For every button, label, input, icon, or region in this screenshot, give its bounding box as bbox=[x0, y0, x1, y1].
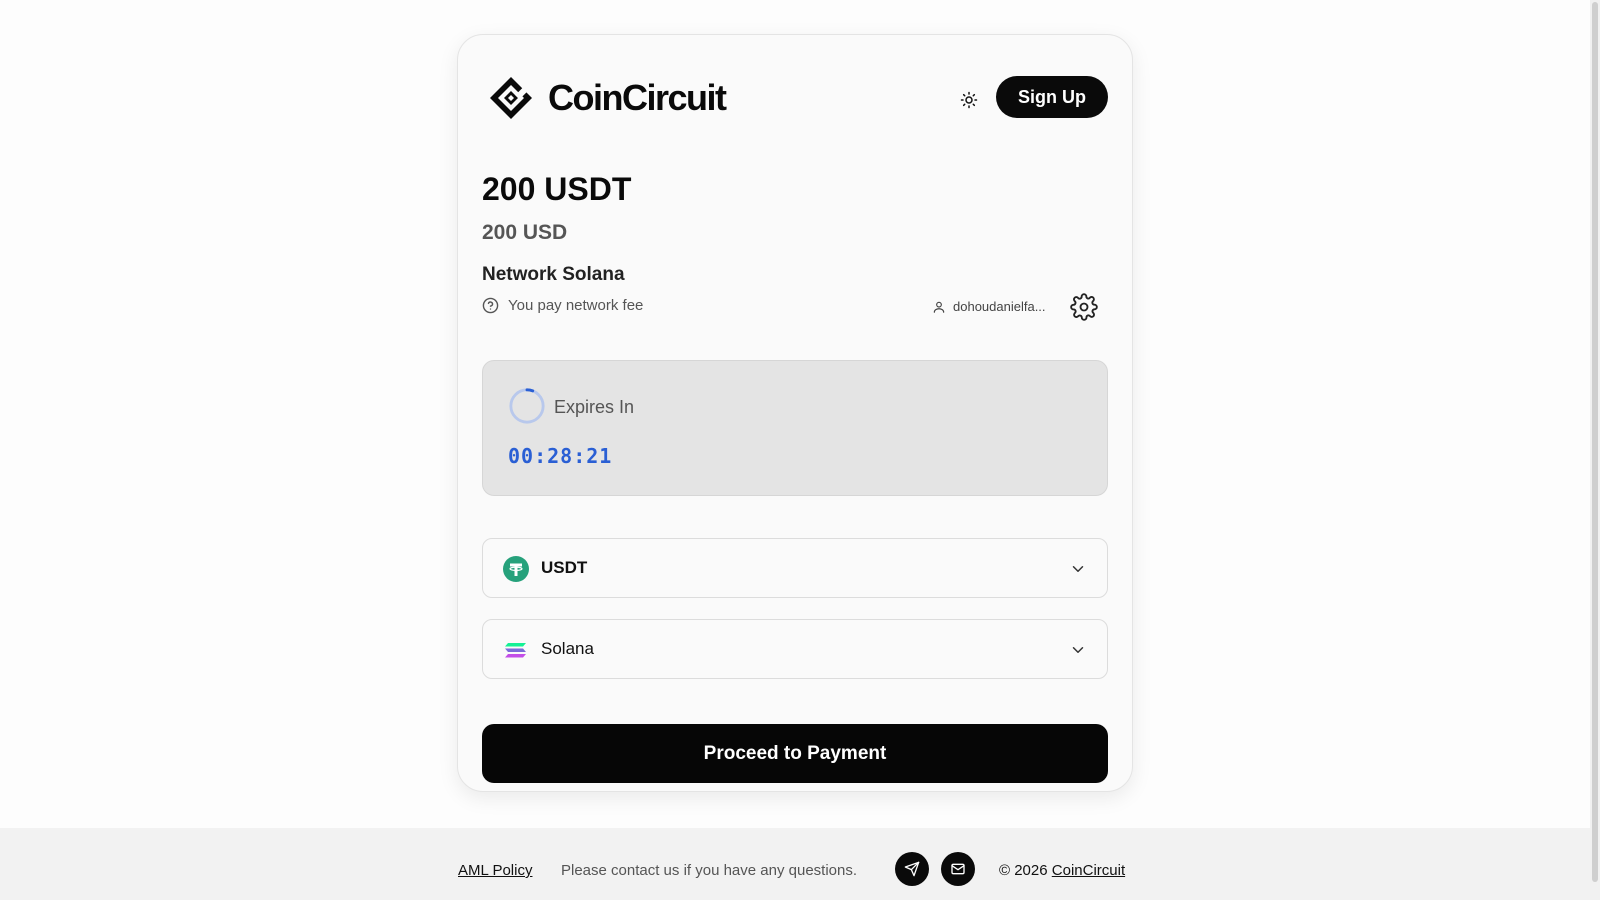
sun-icon bbox=[960, 91, 978, 109]
crypto-amount: 200 USDT bbox=[482, 171, 632, 207]
brand-logo[interactable]: CoinCircuit bbox=[488, 75, 727, 121]
tether-icon bbox=[503, 556, 529, 582]
scrollbar-thumb[interactable] bbox=[1592, 2, 1598, 882]
help-circle-icon[interactable] bbox=[482, 297, 499, 314]
brand-name: CoinCircuit bbox=[548, 77, 727, 118]
fiat-amount: 200 USD bbox=[482, 221, 568, 244]
countdown-timer: 00:28:21 bbox=[508, 444, 613, 468]
email-button[interactable] bbox=[941, 852, 975, 886]
proceed-to-payment-button[interactable]: Proceed to Payment bbox=[482, 724, 1108, 783]
aml-policy-link[interactable]: AML Policy bbox=[458, 862, 532, 879]
footer: AML Policy Please contact us if you have… bbox=[0, 828, 1590, 900]
telegram-button[interactable] bbox=[895, 852, 929, 886]
mail-icon bbox=[951, 863, 965, 875]
scrollbar[interactable] bbox=[1590, 0, 1600, 900]
contact-text: Please contact us if you have any questi… bbox=[561, 862, 858, 879]
chevron-down-icon bbox=[1072, 566, 1084, 572]
coincircuit-logo-icon bbox=[490, 77, 533, 119]
user-account[interactable]: dohoudanielfa... bbox=[932, 299, 1046, 314]
network-label: Network Solana bbox=[482, 264, 625, 285]
solana-icon bbox=[505, 643, 526, 658]
expiry-timer-panel: Expires In 00:28:21 bbox=[482, 360, 1108, 496]
telegram-send-icon bbox=[904, 861, 920, 877]
theme-toggle-button[interactable] bbox=[954, 85, 984, 115]
chevron-down-icon bbox=[1072, 647, 1084, 653]
settings-gear-icon[interactable] bbox=[1070, 293, 1098, 321]
fee-note-text: You pay network fee bbox=[508, 297, 644, 314]
user-icon bbox=[933, 301, 945, 313]
copyright-brand-link[interactable]: CoinCircuit bbox=[1052, 862, 1125, 879]
currency-select-value: USDT bbox=[541, 558, 588, 577]
payment-card: CoinCircuit Sign Up 200 USDT 200 USD Net… bbox=[457, 34, 1133, 792]
expires-label: Expires In bbox=[554, 397, 635, 417]
copyright: © 2026 CoinCircuit bbox=[999, 862, 1125, 879]
fee-note: You pay network fee bbox=[482, 297, 643, 314]
sign-up-button[interactable]: Sign Up bbox=[996, 76, 1108, 118]
network-select-value: Solana bbox=[541, 639, 594, 658]
network-select[interactable]: Solana bbox=[482, 619, 1108, 679]
loading-spinner-icon bbox=[509, 388, 545, 424]
currency-select[interactable]: USDT bbox=[482, 538, 1108, 598]
user-label: dohoudanielfa... bbox=[953, 299, 1046, 314]
copyright-prefix: © 2026 bbox=[999, 862, 1048, 879]
